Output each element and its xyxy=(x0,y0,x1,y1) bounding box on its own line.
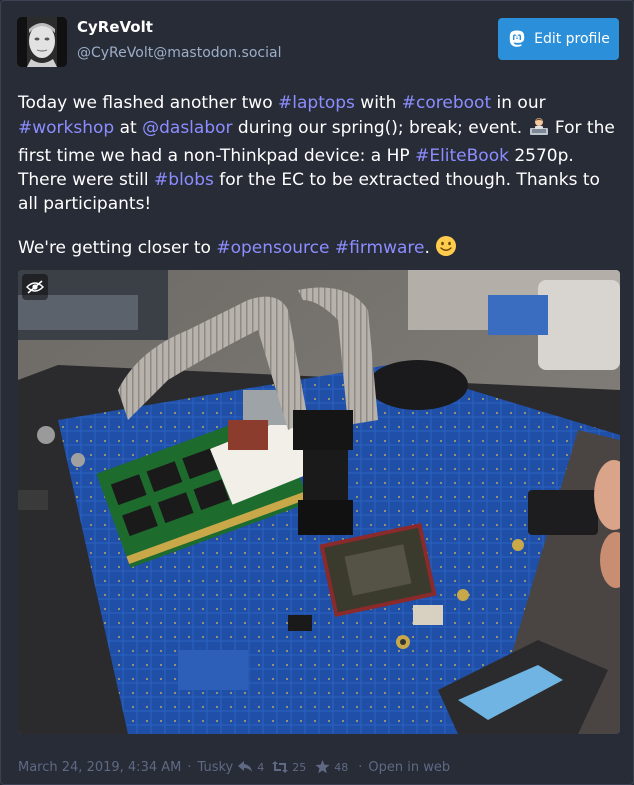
hashtag-laptops[interactable]: #laptops xyxy=(278,93,355,113)
reply-icon[interactable] xyxy=(237,759,253,775)
hashtag-opensource[interactable]: #opensource xyxy=(216,238,329,258)
text: in our xyxy=(491,93,546,113)
account-handle[interactable]: @CyReVolt@mastodon.social xyxy=(77,45,281,61)
technologist-emoji-icon xyxy=(528,115,550,144)
hashtag-blobs[interactable]: #blobs xyxy=(154,170,214,190)
separator: · xyxy=(358,759,363,775)
hide-media-button[interactable] xyxy=(22,274,48,300)
hashtag-workshop[interactable]: #workshop xyxy=(18,118,114,138)
status-paragraph-1: Today we flashed another two #laptops wi… xyxy=(18,91,624,216)
separator: · xyxy=(187,759,192,775)
edit-profile-label: Edit profile xyxy=(534,31,610,47)
eye-slash-icon xyxy=(26,280,44,294)
mention-daslabor[interactable]: @daslabor xyxy=(142,118,232,138)
star-icon[interactable] xyxy=(314,759,330,775)
status-detail: CyReVolt @CyReVolt@mastodon.social Edit … xyxy=(0,0,634,785)
text: Today we flashed another two xyxy=(18,93,279,113)
text: We're getting closer to xyxy=(18,238,217,258)
status-content: Today we flashed another two #laptops wi… xyxy=(18,91,624,283)
text: at xyxy=(114,118,143,138)
hashtag-firmware[interactable]: #firmware xyxy=(335,238,425,258)
hashtag-coreboot[interactable]: #coreboot xyxy=(402,93,491,113)
status-paragraph-2: We're getting closer to #opensource #fir… xyxy=(18,235,624,264)
text: during our spring(); break; event. xyxy=(232,118,528,138)
slightly-smiling-face-icon xyxy=(435,235,457,264)
text: . xyxy=(424,238,436,258)
favourite-count: 48 xyxy=(334,760,349,774)
avatar[interactable] xyxy=(17,17,67,67)
media-attachment[interactable] xyxy=(18,270,620,734)
display-name[interactable]: CyReVolt xyxy=(77,18,153,36)
edit-profile-button[interactable]: Edit profile xyxy=(498,18,619,60)
application-name: Tusky xyxy=(197,759,234,775)
boost-icon[interactable] xyxy=(272,759,289,775)
reply-count: 4 xyxy=(257,760,265,774)
motherboard-photo xyxy=(18,270,620,734)
text: with xyxy=(354,93,402,113)
status-date[interactable]: March 24, 2019, 4:34 AM xyxy=(18,760,181,775)
mastodon-icon xyxy=(507,29,527,49)
status-meta: March 24, 2019, 4:34 AM · Tusky 4 25 48 … xyxy=(18,759,450,775)
boost-count: 25 xyxy=(292,760,307,774)
hashtag-elitebook[interactable]: #EliteBook xyxy=(415,146,509,166)
open-in-web-link[interactable]: Open in web xyxy=(368,760,450,775)
